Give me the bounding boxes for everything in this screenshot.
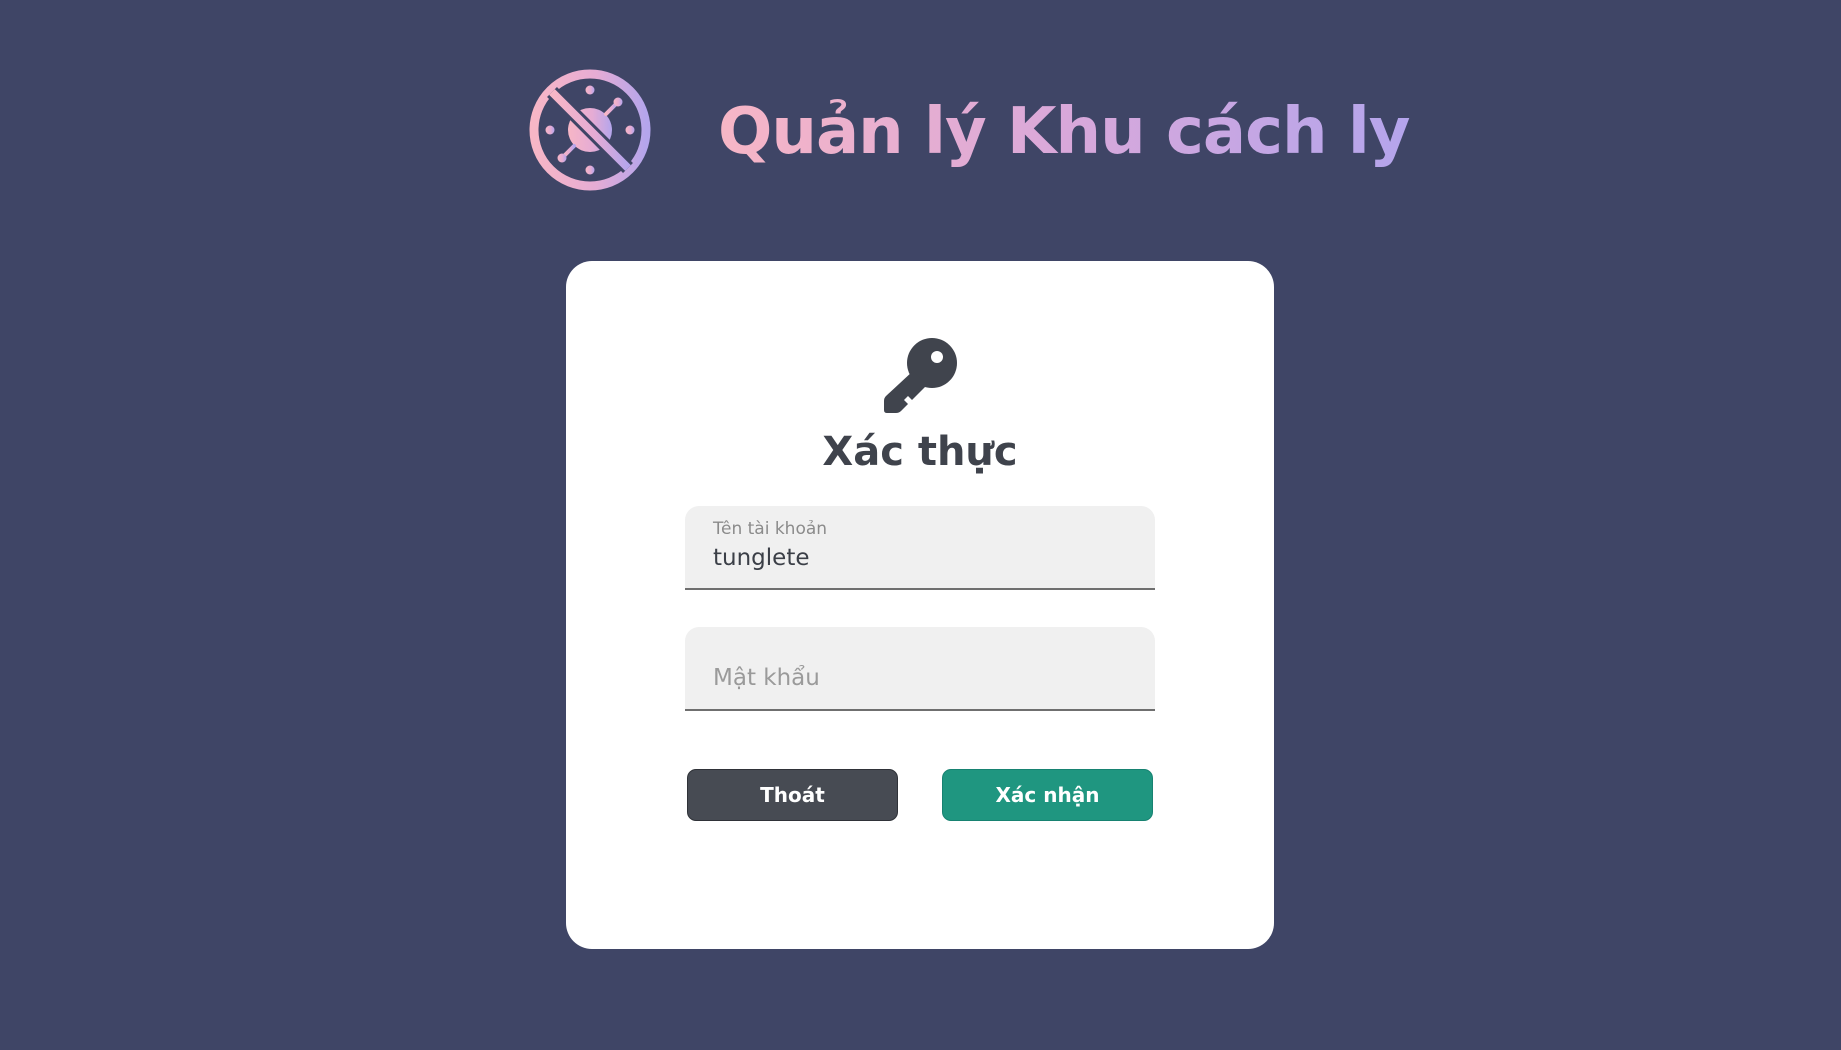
- username-input[interactable]: tunglete: [713, 545, 809, 571]
- exit-button[interactable]: Thoát: [687, 769, 898, 821]
- login-page: Quản lý Khu cách ly Xác thực Tên tài kho…: [0, 0, 1841, 1050]
- key-icon: [884, 338, 957, 413]
- card-title: Xác thực: [822, 429, 1018, 475]
- username-field[interactable]: Tên tài khoản tunglete: [685, 506, 1155, 590]
- no-virus-icon: [529, 69, 651, 191]
- confirm-button[interactable]: Xác nhận: [942, 769, 1153, 821]
- app-title: Quản lý Khu cách ly: [718, 82, 1410, 182]
- auth-card: Xác thực Tên tài khoản tunglete Mật khẩu…: [566, 261, 1274, 949]
- password-field[interactable]: Mật khẩu: [685, 627, 1155, 711]
- app-header: Quản lý Khu cách ly: [528, 68, 1410, 192]
- username-label: Tên tài khoản: [713, 519, 828, 539]
- password-input[interactable]: Mật khẩu: [713, 665, 820, 691]
